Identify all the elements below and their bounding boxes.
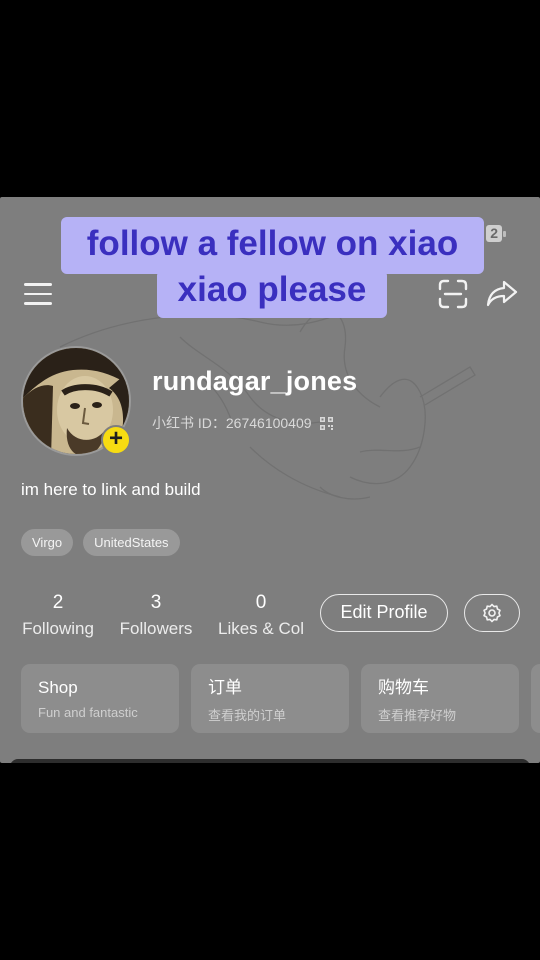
tag-zodiac[interactable]: Virgo: [21, 529, 74, 556]
caption-line1: follow a fellow on xiao: [86, 224, 459, 263]
card-cart-title: 购物车: [378, 678, 429, 697]
profile-tags: Virgo UnitedStates: [21, 529, 180, 556]
share-icon[interactable]: [486, 278, 518, 308]
settings-button[interactable]: [464, 594, 520, 632]
user-id-row: 小红书 ID：26746100409: [152, 413, 333, 433]
card-orders-subtitle: 查看我的订单: [208, 708, 287, 723]
card-shop-title: Shop: [38, 678, 78, 697]
stat-following[interactable]: 2 Following: [21, 592, 95, 639]
scan-icon[interactable]: [437, 278, 469, 310]
user-id-text: 小红书 ID：26746100409: [152, 415, 312, 431]
tag-location[interactable]: UnitedStates: [83, 529, 180, 556]
stat-following-value: 2: [52, 592, 64, 613]
stat-followers[interactable]: 3 Followers: [118, 592, 194, 639]
card-shop[interactable]: Shop Fun and fantastic: [21, 664, 179, 733]
add-avatar-plus-icon[interactable]: +: [101, 425, 131, 455]
menu-icon[interactable]: [24, 283, 52, 305]
card-cart-subtitle: 查看推荐好物: [378, 708, 457, 723]
content-panel-edge: [10, 759, 530, 763]
stat-followers-label: Followers: [119, 619, 193, 638]
stat-likes-label: Likes & Col: [218, 619, 304, 638]
settings-gear-icon: [483, 603, 501, 623]
card-cart[interactable]: 购物车 查看推荐好物: [361, 664, 519, 733]
stat-likes-value: 0: [255, 592, 267, 613]
edit-profile-button[interactable]: Edit Profile: [320, 594, 448, 632]
card-orders-title: 订单: [208, 678, 242, 697]
caption-line2: xiao please: [177, 270, 367, 309]
battery-tip-icon: [503, 231, 506, 237]
notification-count-badge: 2: [486, 225, 502, 242]
stat-following-label: Following: [22, 619, 94, 638]
card-next-partial[interactable]: [531, 664, 540, 733]
card-shop-subtitle: Fun and fantastic: [38, 705, 138, 720]
username: rundagar_jones: [152, 366, 358, 396]
stat-followers-value: 3: [150, 592, 162, 613]
qr-code-icon[interactable]: [319, 416, 333, 430]
stat-likes-collects[interactable]: 0 Likes & Col: [216, 592, 306, 639]
card-orders[interactable]: 订单 查看我的订单: [191, 664, 349, 733]
profile-bio: im here to link and build: [21, 480, 201, 499]
